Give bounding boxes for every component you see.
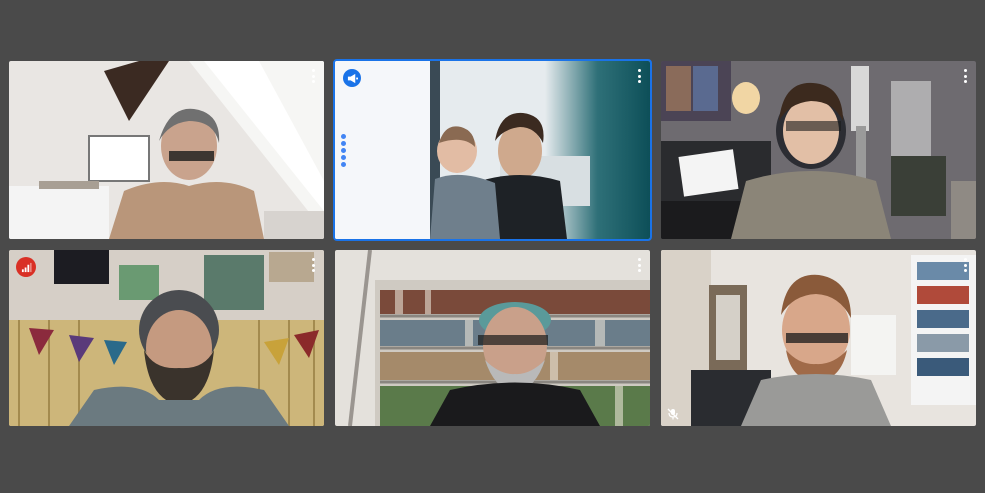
participant-video-feed xyxy=(661,250,976,426)
participant-video-feed xyxy=(9,250,324,426)
speaking-indicator xyxy=(341,134,346,167)
megaphone-icon xyxy=(343,69,361,87)
participant-video-feed xyxy=(335,250,650,426)
more-vert-icon[interactable] xyxy=(636,69,642,83)
more-vert-icon[interactable] xyxy=(310,258,316,272)
participant-video-feed xyxy=(335,61,650,239)
video-tile-6[interactable] xyxy=(661,250,976,426)
video-tile-4[interactable] xyxy=(9,250,324,426)
participant-video-feed xyxy=(661,61,976,239)
mic-off-icon xyxy=(666,407,680,421)
video-tile-2[interactable] xyxy=(333,59,652,241)
participant-video-feed xyxy=(9,61,324,239)
video-tile-1[interactable] xyxy=(9,61,324,239)
video-tile-3[interactable] xyxy=(661,61,976,239)
video-tile-5[interactable] xyxy=(335,250,650,426)
signal-bars-icon xyxy=(16,257,36,277)
more-vert-icon[interactable] xyxy=(962,69,968,83)
more-vert-icon[interactable] xyxy=(310,69,316,83)
more-vert-icon[interactable] xyxy=(962,258,968,272)
more-vert-icon[interactable] xyxy=(636,258,642,272)
